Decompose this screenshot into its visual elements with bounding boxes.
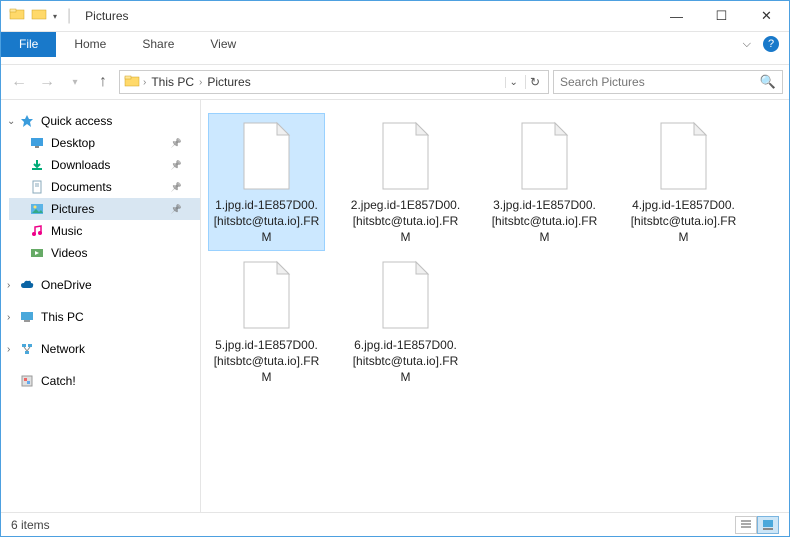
help-button[interactable]: ? bbox=[763, 36, 779, 52]
file-item[interactable]: 6.jpg.id-1E857D00.[hitsbtc@tuta.io].FRM bbox=[348, 254, 463, 390]
address-dropdown-icon[interactable]: ⌄ bbox=[505, 77, 522, 88]
search-icon[interactable]: 🔍 bbox=[760, 74, 776, 90]
file-item[interactable]: 3.jpg.id-1E857D00.[hitsbtc@tuta.io].FRM bbox=[487, 114, 602, 250]
sidebar-item-label: Catch! bbox=[41, 374, 76, 388]
file-item[interactable]: 2.jpeg.id-1E857D00.[hitsbtc@tuta.io].FRM bbox=[348, 114, 463, 250]
titlebar: ▾ | Pictures — ☐ ✕ bbox=[1, 1, 789, 31]
desktop-icon bbox=[29, 135, 45, 151]
sidebar-item-label: Music bbox=[51, 224, 82, 238]
view-tab[interactable]: View bbox=[192, 33, 254, 55]
separator: | bbox=[67, 7, 71, 25]
home-tab[interactable]: Home bbox=[56, 33, 124, 55]
file-name-label: 4.jpg.id-1E857D00.[hitsbtc@tuta.io].FRM bbox=[628, 197, 739, 246]
sidebar-item-label: Desktop bbox=[51, 136, 95, 150]
chevron-down-icon[interactable]: ⌄ bbox=[7, 116, 15, 127]
share-tab[interactable]: Share bbox=[124, 33, 192, 55]
sidebar-onedrive[interactable]: › OneDrive bbox=[9, 274, 200, 296]
window-title: Pictures bbox=[85, 9, 128, 23]
chevron-right-icon[interactable]: › bbox=[7, 344, 10, 355]
address-bar[interactable]: › This PC › Pictures ⌄ ↻ bbox=[119, 70, 549, 94]
navigation-pane: ⌄ Quick access Desktop Downloads Documen… bbox=[1, 100, 201, 517]
chevron-right-icon[interactable]: › bbox=[199, 77, 202, 88]
file-item[interactable]: 1.jpg.id-1E857D00.[hitsbtc@tuta.io].FRM bbox=[209, 114, 324, 250]
large-icons-view-button[interactable] bbox=[757, 516, 779, 534]
main-area: ⌄ Quick access Desktop Downloads Documen… bbox=[1, 100, 789, 517]
pc-icon bbox=[19, 309, 35, 325]
documents-icon bbox=[29, 179, 45, 195]
navigation-toolbar: ← → ▾ ↑ › This PC › Pictures ⌄ ↻ 🔍 bbox=[1, 64, 789, 100]
catch-icon bbox=[19, 373, 35, 389]
chevron-right-icon[interactable]: › bbox=[7, 312, 10, 323]
back-button[interactable]: ← bbox=[7, 70, 31, 94]
folder-overlay-icon bbox=[31, 6, 47, 27]
sidebar-item-label: Quick access bbox=[41, 114, 112, 128]
file-item[interactable]: 4.jpg.id-1E857D00.[hitsbtc@tuta.io].FRM bbox=[626, 114, 741, 250]
sidebar-thispc[interactable]: › This PC bbox=[9, 306, 200, 328]
minimize-button[interactable]: — bbox=[654, 1, 699, 31]
sidebar-item-label: OneDrive bbox=[41, 278, 92, 292]
videos-icon bbox=[29, 245, 45, 261]
file-name-label: 5.jpg.id-1E857D00.[hitsbtc@tuta.io].FRM bbox=[211, 337, 322, 386]
sidebar-item-label: Videos bbox=[51, 246, 87, 260]
folder-icon bbox=[124, 73, 140, 92]
network-icon bbox=[19, 341, 35, 357]
blank-file-icon bbox=[237, 258, 297, 333]
sidebar-downloads[interactable]: Downloads bbox=[9, 154, 200, 176]
ribbon-tabs: File Home Share View ⌵ ? bbox=[1, 31, 789, 56]
sidebar-documents[interactable]: Documents bbox=[9, 176, 200, 198]
file-name-label: 6.jpg.id-1E857D00.[hitsbtc@tuta.io].FRM bbox=[350, 337, 461, 386]
file-name-label: 3.jpg.id-1E857D00.[hitsbtc@tuta.io].FRM bbox=[489, 197, 600, 246]
chevron-right-icon[interactable]: › bbox=[7, 280, 10, 291]
music-icon bbox=[29, 223, 45, 239]
sidebar-item-label: This PC bbox=[41, 310, 84, 324]
qat-dropdown-icon[interactable]: ▾ bbox=[53, 12, 57, 21]
maximize-button[interactable]: ☐ bbox=[699, 1, 744, 31]
file-tab[interactable]: File bbox=[1, 32, 56, 57]
item-count: 6 items bbox=[11, 518, 50, 532]
blank-file-icon bbox=[515, 118, 575, 193]
explorer-icon bbox=[9, 6, 25, 27]
sidebar-desktop[interactable]: Desktop bbox=[9, 132, 200, 154]
statusbar: 6 items bbox=[1, 512, 789, 536]
blank-file-icon bbox=[237, 118, 297, 193]
blank-file-icon bbox=[654, 118, 714, 193]
downloads-icon bbox=[29, 157, 45, 173]
sidebar-quick-access[interactable]: ⌄ Quick access bbox=[9, 110, 200, 132]
sidebar-catch[interactable]: Catch! bbox=[9, 370, 200, 392]
sidebar-network[interactable]: › Network bbox=[9, 338, 200, 360]
details-view-button[interactable] bbox=[735, 516, 757, 534]
quick-access-toolbar: ▾ | Pictures bbox=[9, 6, 129, 27]
collapse-ribbon-icon[interactable]: ⌵ bbox=[731, 38, 763, 51]
breadcrumb-folder[interactable]: Pictures bbox=[205, 74, 252, 90]
close-button[interactable]: ✕ bbox=[744, 1, 789, 31]
pictures-icon bbox=[29, 201, 45, 217]
refresh-button[interactable]: ↻ bbox=[525, 75, 544, 89]
sidebar-music[interactable]: Music bbox=[9, 220, 200, 242]
blank-file-icon bbox=[376, 118, 436, 193]
star-icon bbox=[19, 113, 35, 129]
forward-button[interactable]: → bbox=[35, 70, 59, 94]
file-name-label: 1.jpg.id-1E857D00.[hitsbtc@tuta.io].FRM bbox=[211, 197, 322, 246]
sidebar-item-label: Documents bbox=[51, 180, 112, 194]
cloud-icon bbox=[19, 277, 35, 293]
sidebar-item-label: Pictures bbox=[51, 202, 94, 216]
blank-file-icon bbox=[376, 258, 436, 333]
chevron-right-icon[interactable]: › bbox=[143, 77, 146, 88]
recent-locations-button[interactable]: ▾ bbox=[63, 70, 87, 94]
file-name-label: 2.jpeg.id-1E857D00.[hitsbtc@tuta.io].FRM bbox=[350, 197, 461, 246]
sidebar-pictures[interactable]: Pictures bbox=[9, 198, 200, 220]
breadcrumb-thispc[interactable]: This PC bbox=[149, 74, 196, 90]
search-box[interactable]: 🔍 bbox=[553, 70, 783, 94]
sidebar-item-label: Downloads bbox=[51, 158, 110, 172]
file-list: 1.jpg.id-1E857D00.[hitsbtc@tuta.io].FRM 2… bbox=[201, 100, 789, 517]
sidebar-videos[interactable]: Videos bbox=[9, 242, 200, 264]
window-controls: — ☐ ✕ bbox=[654, 1, 789, 31]
file-item[interactable]: 5.jpg.id-1E857D00.[hitsbtc@tuta.io].FRM bbox=[209, 254, 324, 390]
search-input[interactable] bbox=[560, 75, 760, 89]
up-button[interactable]: ↑ bbox=[91, 70, 115, 94]
sidebar-item-label: Network bbox=[41, 342, 85, 356]
